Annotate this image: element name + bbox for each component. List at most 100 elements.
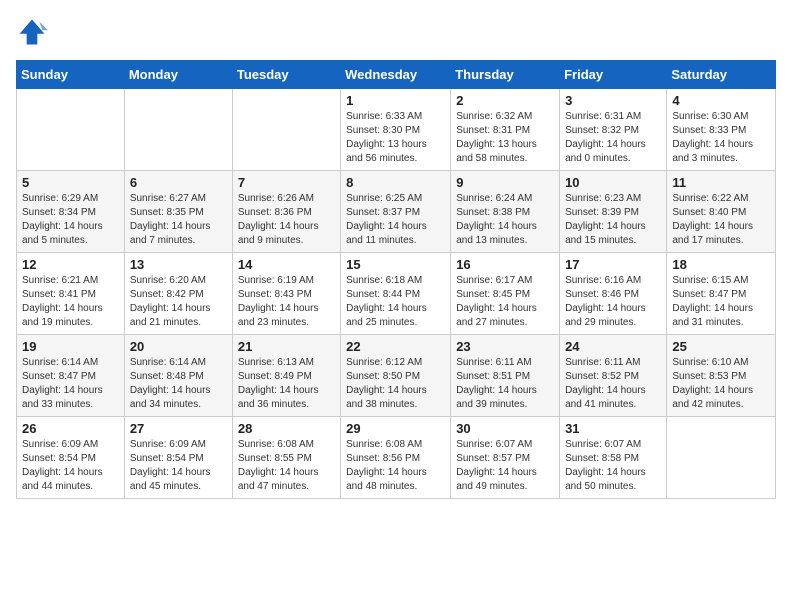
day-number: 13 <box>130 257 227 272</box>
day-number: 10 <box>565 175 661 190</box>
calendar-cell: 18 Sunrise: 6:15 AM Sunset: 8:47 PM Dayli… <box>667 253 776 335</box>
day-info: Sunrise: 6:20 AM Sunset: 8:42 PM Dayligh… <box>130 274 227 330</box>
logo <box>16 16 52 48</box>
week-row-3: 12 Sunrise: 6:21 AM Sunset: 8:41 PM Dayli… <box>17 253 776 335</box>
day-info: Sunrise: 6:08 AM Sunset: 8:56 PM Dayligh… <box>346 438 445 494</box>
day-number: 20 <box>130 339 227 354</box>
calendar-cell: 5Sunrise: 6:29 AM Sunset: 8:34 PM Daylig… <box>17 171 125 253</box>
calendar-cell: 1 Sunrise: 6:33 AM Sunset: 8:30 PM Daylig… <box>341 89 451 171</box>
day-number: 31 <box>565 421 661 436</box>
day-number: 7 <box>238 175 335 190</box>
calendar-cell <box>667 417 776 499</box>
day-info: Sunrise: 6:29 AM Sunset: 8:34 PM Dayligh… <box>22 192 119 248</box>
day-info: Sunrise: 6:18 AM Sunset: 8:44 PM Dayligh… <box>346 274 445 330</box>
week-row-4: 19Sunrise: 6:14 AM Sunset: 8:47 PM Dayli… <box>17 335 776 417</box>
calendar-cell: 27Sunrise: 6:09 AM Sunset: 8:54 PM Dayli… <box>124 417 232 499</box>
week-row-5: 26 Sunrise: 6:09 AM Sunset: 8:54 PM Dayli… <box>17 417 776 499</box>
column-header-sunday: Sunday <box>17 61 125 89</box>
calendar-cell: 23 Sunrise: 6:11 AM Sunset: 8:51 PM Dayli… <box>451 335 560 417</box>
calendar-cell <box>17 89 125 171</box>
day-info: Sunrise: 6:09 AM Sunset: 8:54 PM Dayligh… <box>130 438 227 494</box>
calendar-cell: 21 Sunrise: 6:13 AM Sunset: 8:49 PM Dayli… <box>232 335 340 417</box>
calendar-cell: 19Sunrise: 6:14 AM Sunset: 8:47 PM Dayli… <box>17 335 125 417</box>
day-info: Sunrise: 6:12 AM Sunset: 8:50 PM Dayligh… <box>346 356 445 412</box>
day-number: 14 <box>238 257 335 272</box>
day-info: Sunrise: 6:33 AM Sunset: 8:30 PM Dayligh… <box>346 110 445 166</box>
day-number: 16 <box>456 257 554 272</box>
calendar-cell: 6 Sunrise: 6:27 AM Sunset: 8:35 PM Daylig… <box>124 171 232 253</box>
day-info: Sunrise: 6:15 AM Sunset: 8:47 PM Dayligh… <box>672 274 770 330</box>
day-number: 11 <box>672 175 770 190</box>
day-info: Sunrise: 6:30 AM Sunset: 8:33 PM Dayligh… <box>672 110 770 166</box>
calendar-cell: 26Sunrise: 6:09 AM Sunset: 8:54 PM Dayli… <box>17 417 125 499</box>
day-info: Sunrise: 6:08 AM Sunset: 8:55 PM Dayligh… <box>238 438 335 494</box>
calendar-table: SundayMondayTuesdayWednesdayThursdayFrid… <box>16 60 776 499</box>
day-info: Sunrise: 6:11 AM Sunset: 8:51 PM Dayligh… <box>456 356 554 412</box>
day-number: 25 <box>672 339 770 354</box>
day-info: Sunrise: 6:07 AM Sunset: 8:57 PM Dayligh… <box>456 438 554 494</box>
calendar-cell: 13 Sunrise: 6:20 AM Sunset: 8:42 PM Dayli… <box>124 253 232 335</box>
day-info: Sunrise: 6:26 AM Sunset: 8:36 PM Dayligh… <box>238 192 335 248</box>
column-header-thursday: Thursday <box>451 61 560 89</box>
logo-icon <box>16 16 48 48</box>
day-number: 12 <box>22 257 119 272</box>
calendar-cell: 24 Sunrise: 6:11 AM Sunset: 8:52 PM Dayli… <box>560 335 667 417</box>
day-info: Sunrise: 6:31 AM Sunset: 8:32 PM Dayligh… <box>565 110 661 166</box>
day-info: Sunrise: 6:07 AM Sunset: 8:58 PM Dayligh… <box>565 438 661 494</box>
day-info: Sunrise: 6:22 AM Sunset: 8:40 PM Dayligh… <box>672 192 770 248</box>
calendar-cell: 28 Sunrise: 6:08 AM Sunset: 8:55 PM Dayli… <box>232 417 340 499</box>
calendar-cell: 4Sunrise: 6:30 AM Sunset: 8:33 PM Daylig… <box>667 89 776 171</box>
calendar-cell: 17 Sunrise: 6:16 AM Sunset: 8:46 PM Dayli… <box>560 253 667 335</box>
calendar-cell: 22 Sunrise: 6:12 AM Sunset: 8:50 PM Dayli… <box>341 335 451 417</box>
calendar-cell: 16 Sunrise: 6:17 AM Sunset: 8:45 PM Dayli… <box>451 253 560 335</box>
calendar-cell: 10Sunrise: 6:23 AM Sunset: 8:39 PM Dayli… <box>560 171 667 253</box>
day-number: 30 <box>456 421 554 436</box>
week-row-1: 1 Sunrise: 6:33 AM Sunset: 8:30 PM Daylig… <box>17 89 776 171</box>
day-info: Sunrise: 6:14 AM Sunset: 8:48 PM Dayligh… <box>130 356 227 412</box>
day-number: 19 <box>22 339 119 354</box>
calendar-cell: 29Sunrise: 6:08 AM Sunset: 8:56 PM Dayli… <box>341 417 451 499</box>
day-info: Sunrise: 6:19 AM Sunset: 8:43 PM Dayligh… <box>238 274 335 330</box>
calendar-cell: 30 Sunrise: 6:07 AM Sunset: 8:57 PM Dayli… <box>451 417 560 499</box>
day-info: Sunrise: 6:16 AM Sunset: 8:46 PM Dayligh… <box>565 274 661 330</box>
day-number: 6 <box>130 175 227 190</box>
day-number: 28 <box>238 421 335 436</box>
calendar-cell: 3 Sunrise: 6:31 AM Sunset: 8:32 PM Daylig… <box>560 89 667 171</box>
day-info: Sunrise: 6:17 AM Sunset: 8:45 PM Dayligh… <box>456 274 554 330</box>
calendar-cell: 9 Sunrise: 6:24 AM Sunset: 8:38 PM Daylig… <box>451 171 560 253</box>
calendar-header-row: SundayMondayTuesdayWednesdayThursdayFrid… <box>17 61 776 89</box>
day-info: Sunrise: 6:10 AM Sunset: 8:53 PM Dayligh… <box>672 356 770 412</box>
day-number: 9 <box>456 175 554 190</box>
calendar-cell: 15 Sunrise: 6:18 AM Sunset: 8:44 PM Dayli… <box>341 253 451 335</box>
calendar-cell <box>124 89 232 171</box>
day-number: 26 <box>22 421 119 436</box>
day-info: Sunrise: 6:11 AM Sunset: 8:52 PM Dayligh… <box>565 356 661 412</box>
day-number: 17 <box>565 257 661 272</box>
column-header-saturday: Saturday <box>667 61 776 89</box>
week-row-2: 5Sunrise: 6:29 AM Sunset: 8:34 PM Daylig… <box>17 171 776 253</box>
column-header-friday: Friday <box>560 61 667 89</box>
calendar-cell: 8Sunrise: 6:25 AM Sunset: 8:37 PM Daylig… <box>341 171 451 253</box>
calendar-cell: 11 Sunrise: 6:22 AM Sunset: 8:40 PM Dayli… <box>667 171 776 253</box>
day-number: 21 <box>238 339 335 354</box>
day-number: 24 <box>565 339 661 354</box>
day-number: 18 <box>672 257 770 272</box>
day-number: 22 <box>346 339 445 354</box>
day-number: 15 <box>346 257 445 272</box>
day-info: Sunrise: 6:24 AM Sunset: 8:38 PM Dayligh… <box>456 192 554 248</box>
day-number: 2 <box>456 93 554 108</box>
day-number: 3 <box>565 93 661 108</box>
day-number: 1 <box>346 93 445 108</box>
day-info: Sunrise: 6:21 AM Sunset: 8:41 PM Dayligh… <box>22 274 119 330</box>
calendar-cell: 20 Sunrise: 6:14 AM Sunset: 8:48 PM Dayli… <box>124 335 232 417</box>
day-number: 23 <box>456 339 554 354</box>
page-header <box>16 16 776 48</box>
day-info: Sunrise: 6:13 AM Sunset: 8:49 PM Dayligh… <box>238 356 335 412</box>
calendar-cell: 2 Sunrise: 6:32 AM Sunset: 8:31 PM Daylig… <box>451 89 560 171</box>
column-header-tuesday: Tuesday <box>232 61 340 89</box>
calendar-cell: 7 Sunrise: 6:26 AM Sunset: 8:36 PM Daylig… <box>232 171 340 253</box>
calendar-cell: 31 Sunrise: 6:07 AM Sunset: 8:58 PM Dayli… <box>560 417 667 499</box>
day-info: Sunrise: 6:27 AM Sunset: 8:35 PM Dayligh… <box>130 192 227 248</box>
column-header-monday: Monday <box>124 61 232 89</box>
day-info: Sunrise: 6:32 AM Sunset: 8:31 PM Dayligh… <box>456 110 554 166</box>
